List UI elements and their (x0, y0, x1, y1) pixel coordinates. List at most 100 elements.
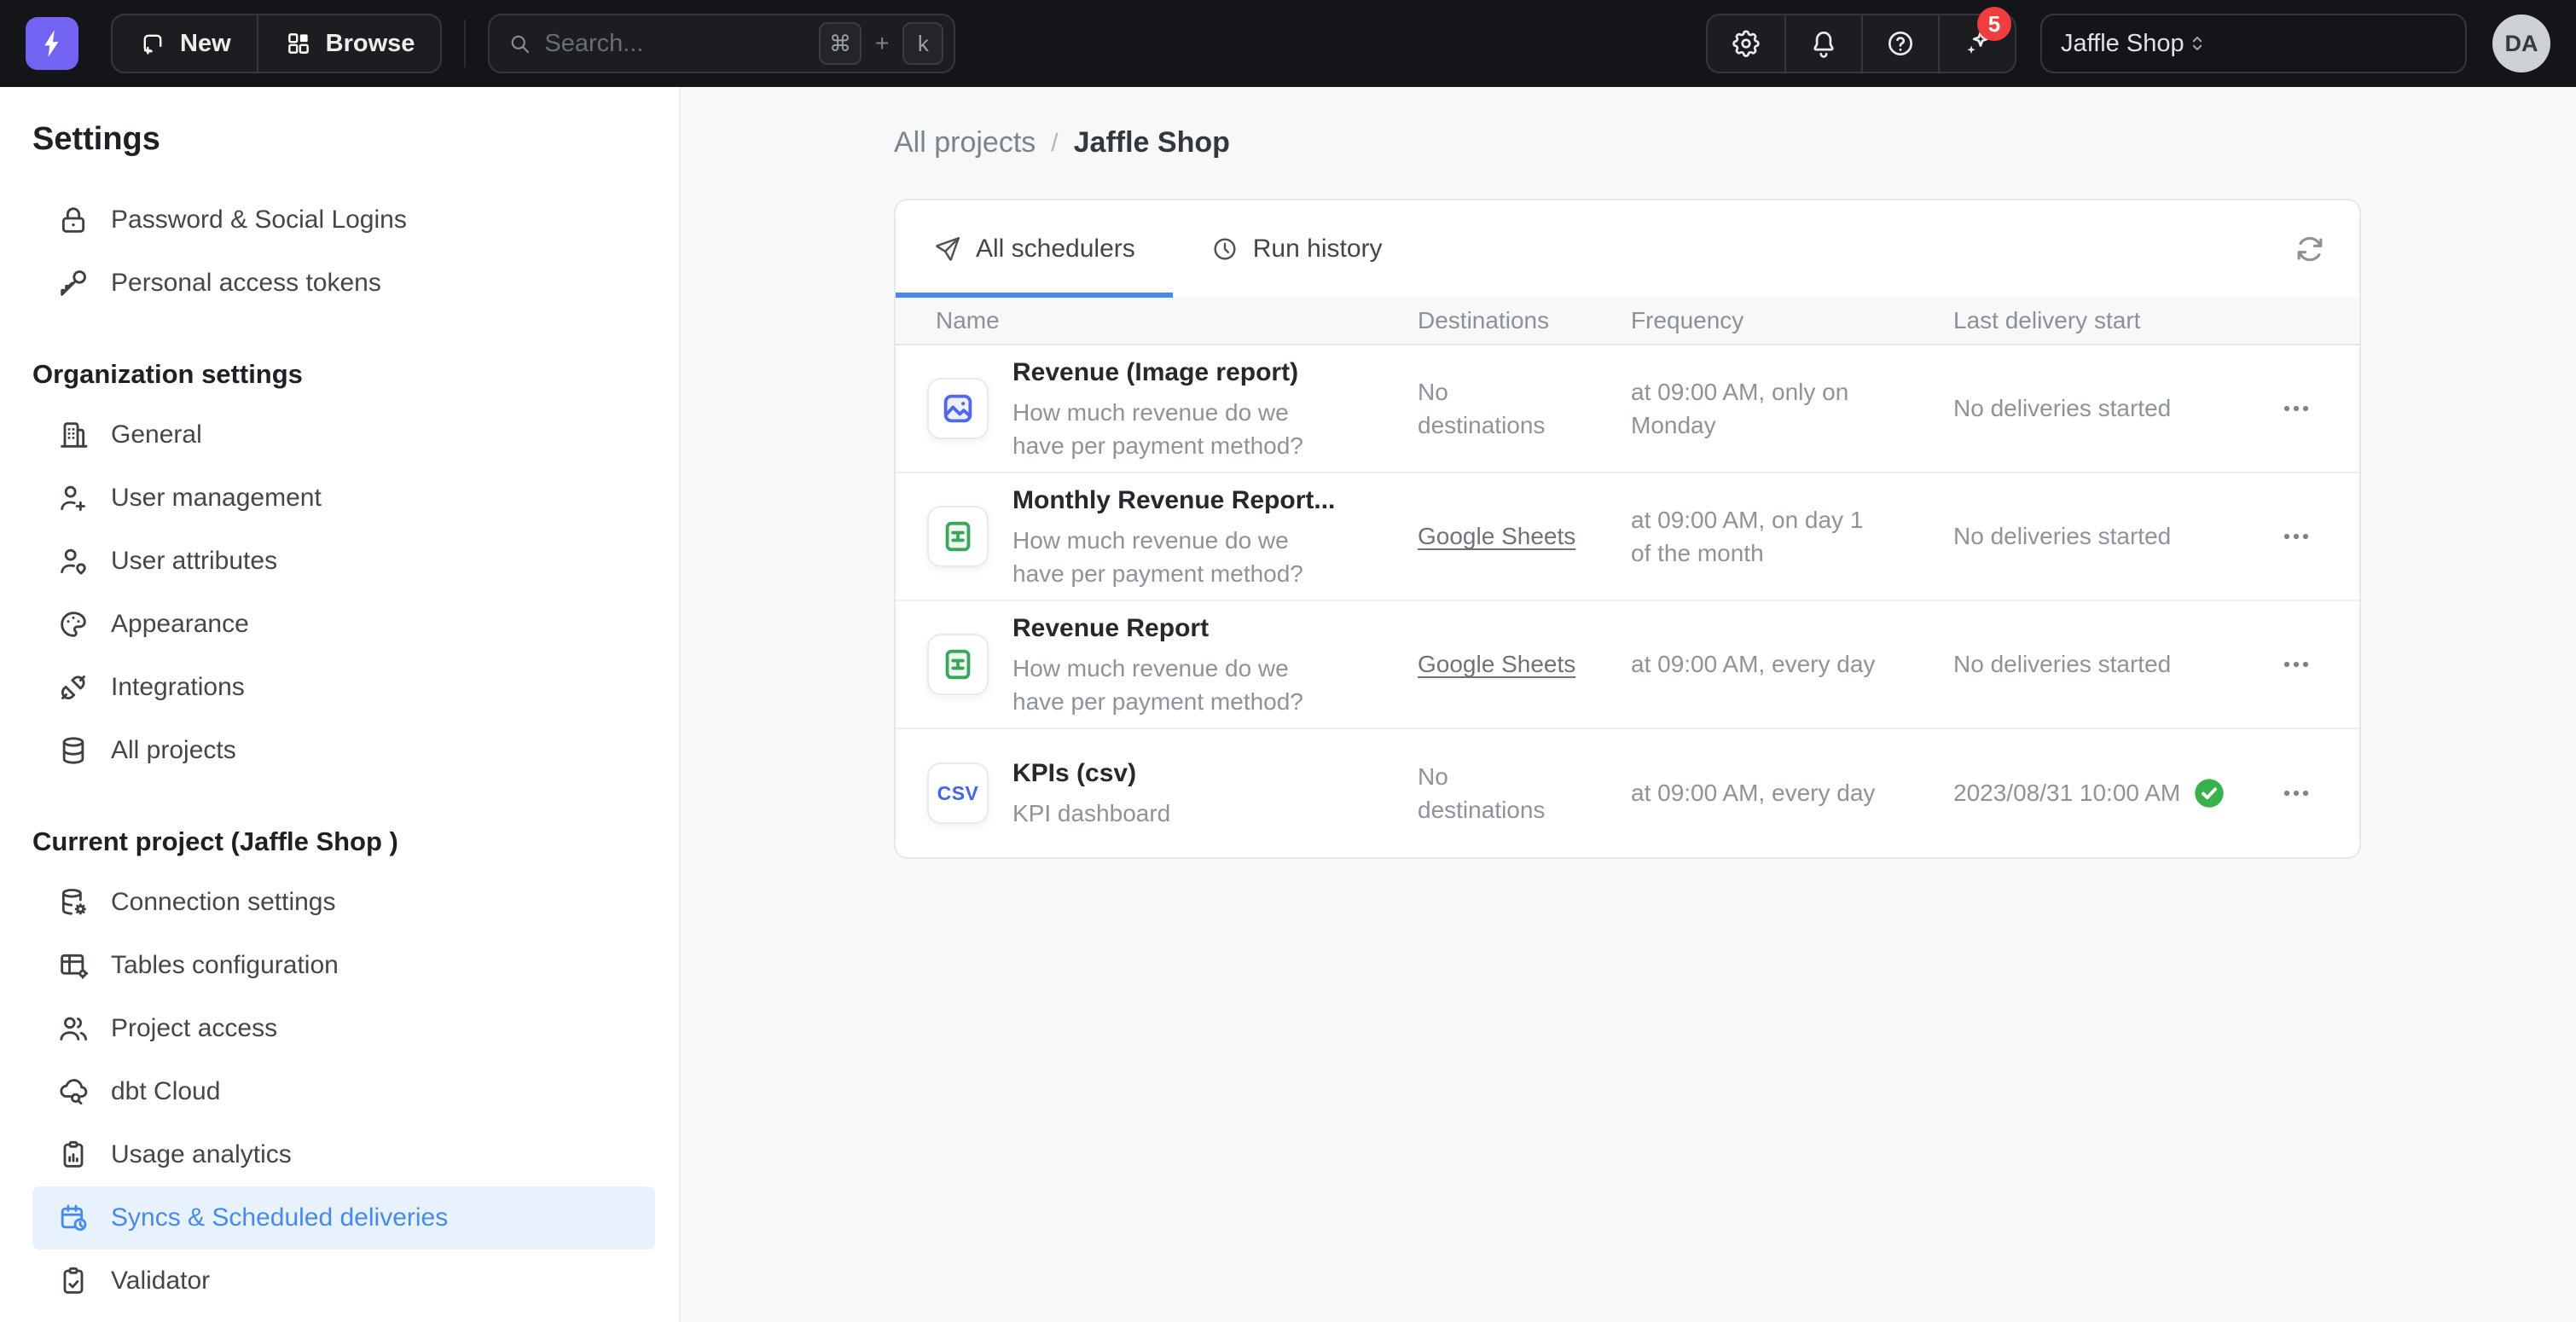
avatar[interactable]: DA (2492, 14, 2550, 72)
settings-sidebar: Settings Password & Social Logins Person… (0, 87, 681, 1322)
last-delivery-text: No deliveries started (1953, 647, 2171, 681)
clipboard-check-icon (56, 1264, 90, 1298)
palette-icon (56, 607, 90, 641)
kbd-cmd: ⌘ (819, 22, 862, 65)
scheduler-title: Revenue (Image report) (1012, 355, 1341, 391)
new-icon (138, 29, 167, 58)
destination-cell: No destinations (1418, 375, 1571, 442)
sidebar-item-tables-configuration[interactable]: Tables configuration (32, 934, 655, 997)
scheduler-subtitle: KPI dashboard (1012, 797, 1170, 830)
scheduler-title: KPIs (csv) (1012, 756, 1170, 791)
column-destinations: Destinations (1418, 307, 1631, 334)
whats-new-button[interactable]: 5 (1938, 15, 2015, 72)
last-delivery-cell: No deliveries started (1953, 519, 2254, 553)
kbd-plus: + (875, 30, 889, 57)
tabbar: All schedulers Run history (896, 200, 2359, 298)
help-button[interactable] (1861, 15, 1938, 72)
search-input[interactable] (544, 30, 807, 58)
search-icon (507, 31, 532, 56)
sidebar-heading-organization-settings: Organization settings (32, 359, 655, 390)
sidebar-item-usage-analytics[interactable]: Usage analytics (32, 1123, 655, 1186)
project-selector[interactable]: Jaffle Shop (2040, 14, 2467, 73)
table-row: Revenue Report How much revenue do we ha… (896, 601, 2359, 729)
sidebar-item-password-social-logins[interactable]: Password & Social Logins (32, 188, 655, 252)
sidebar-item-general[interactable]: General (32, 403, 655, 467)
google-sheets-link[interactable]: Google Sheets (1418, 647, 1631, 681)
breadcrumb: All projects / Jaffle Shop (894, 126, 2576, 159)
notifications-button[interactable] (1784, 15, 1861, 72)
user-plus-icon (56, 481, 90, 515)
row-menu-button[interactable] (2277, 646, 2315, 683)
browse-button-label: Browse (326, 30, 415, 58)
last-delivery-cell: No deliveries started (1953, 647, 2254, 681)
divider (464, 20, 466, 67)
new-browse-group: New Browse (111, 14, 442, 73)
frequency-cell: at 09:00 AM, every day (1631, 647, 1953, 681)
chevron-updown-icon (2184, 31, 2210, 56)
notification-count-badge: 5 (1977, 7, 2011, 41)
sidebar-item-label: Integrations (111, 673, 245, 702)
refresh-button[interactable] (2291, 230, 2329, 268)
sidebar-item-dbt-cloud[interactable]: dbt Cloud (32, 1060, 655, 1123)
tab-run-history[interactable]: Run history (1173, 200, 1420, 298)
scheduler-title: Revenue Report (1012, 611, 1341, 647)
sidebar-item-label: Connection settings (111, 888, 336, 917)
sidebar-item-syncs-scheduled-deliveries[interactable]: Syncs & Scheduled deliveries (32, 1186, 655, 1250)
sidebar-item-user-management[interactable]: User management (32, 467, 655, 530)
browse-icon (284, 29, 313, 58)
sidebar-item-personal-access-tokens[interactable]: Personal access tokens (32, 252, 655, 315)
row-menu-button[interactable] (2277, 518, 2315, 555)
sidebar-item-project-access[interactable]: Project access (32, 997, 655, 1060)
scheduler-subtitle: How much revenue do we have per payment … (1012, 652, 1341, 718)
table-row: CSV KPIs (csv) KPI dashboard No destinat… (896, 729, 2359, 857)
tab-all-schedulers[interactable]: All schedulers (896, 200, 1173, 298)
send-icon (933, 235, 962, 264)
global-search[interactable]: ⌘ + k (488, 14, 955, 73)
sidebar-item-connection-settings[interactable]: Connection settings (32, 871, 655, 934)
main-content: All projects / Jaffle Shop All scheduler… (681, 87, 2576, 1322)
last-delivery-cell: No deliveries started (1953, 391, 2254, 425)
last-delivery-cell: 2023/08/31 10:00 AM (1953, 776, 2254, 810)
database-gear-icon (56, 885, 90, 919)
project-selector-value: Jaffle Shop (2061, 30, 2184, 58)
sidebar-item-label: Usage analytics (111, 1140, 292, 1169)
lightning-icon (35, 26, 69, 61)
google-sheets-link[interactable]: Google Sheets (1418, 519, 1631, 553)
browse-button[interactable]: Browse (258, 15, 441, 72)
table-row: Revenue (Image report) How much revenue … (896, 345, 2359, 473)
sidebar-item-label: All projects (111, 736, 236, 765)
new-button-label: New (180, 30, 231, 58)
last-delivery-text: 2023/08/31 10:00 AM (1953, 776, 2180, 809)
sidebar-item-label: Tables configuration (111, 951, 339, 980)
scheduler-rows: Revenue (Image report) How much revenue … (896, 345, 2359, 857)
lightdash-logo[interactable] (26, 17, 78, 70)
user-pin-icon (56, 544, 90, 578)
tab-label: Run history (1253, 235, 1383, 264)
settings-button[interactable] (1708, 15, 1784, 72)
sidebar-item-appearance[interactable]: Appearance (32, 593, 655, 656)
row-menu-button[interactable] (2277, 774, 2315, 812)
calendar-clock-icon (56, 1201, 90, 1235)
sidebar-item-user-attributes[interactable]: User attributes (32, 530, 655, 593)
row-menu-button[interactable] (2277, 390, 2315, 427)
breadcrumb-separator: / (1051, 129, 1058, 158)
sidebar-item-validator[interactable]: Validator (32, 1250, 655, 1313)
new-button[interactable]: New (113, 15, 257, 72)
sidebar-item-label: User management (111, 484, 322, 513)
sidebar-item-all-projects[interactable]: All projects (32, 719, 655, 782)
navbar-icon-group: 5 (1706, 14, 2016, 73)
sidebar-item-label: General (111, 420, 202, 449)
sidebar-item-label: Personal access tokens (111, 269, 381, 298)
sidebar-item-integrations[interactable]: Integrations (32, 656, 655, 719)
last-delivery-text: No deliveries started (1953, 391, 2171, 425)
top-navbar: New Browse ⌘ + k 5 (0, 0, 2576, 87)
plug-icon (56, 670, 90, 704)
scheduler-title: Monthly Revenue Report... (1012, 483, 1341, 519)
frequency-cell: at 09:00 AM, every day (1631, 776, 1953, 809)
sidebar-title: Settings (32, 121, 655, 158)
database-icon (56, 733, 90, 768)
building-icon (56, 418, 90, 452)
table-row: Monthly Revenue Report... How much reven… (896, 473, 2359, 601)
frequency-cell: at 09:00 AM, on day 1 of the month (1631, 503, 1953, 570)
breadcrumb-all-projects[interactable]: All projects (894, 126, 1036, 159)
